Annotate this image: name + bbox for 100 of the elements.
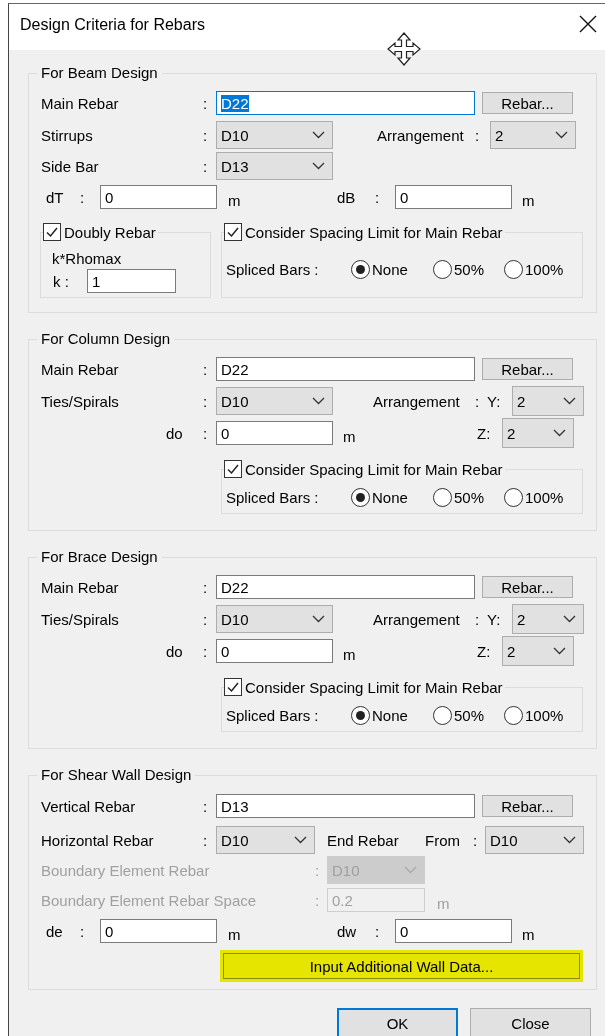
colon-separator: :: [203, 610, 209, 628]
checkbox[interactable]: [224, 678, 242, 696]
field-label: Boundary Element Rebar: [41, 861, 211, 879]
text-field[interactable]: 1: [87, 269, 176, 293]
radio-button[interactable]: [433, 705, 452, 725]
ok-button[interactable]: OK: [337, 1008, 458, 1036]
checkbox[interactable]: [224, 223, 242, 241]
colon-separator: :: [375, 922, 381, 940]
rebar-button[interactable]: Rebar...: [482, 92, 573, 114]
radio-button[interactable]: [351, 705, 370, 725]
unit-label: m: [522, 924, 535, 943]
field-label: k :: [53, 272, 70, 290]
radio-label: 100%: [525, 706, 564, 724]
chevron-down-icon: [312, 397, 325, 405]
dropdown[interactable]: D10: [216, 121, 333, 149]
colon-separator: :: [475, 126, 481, 144]
field-label: Arrangement: [373, 392, 461, 410]
text-field[interactable]: 0: [395, 919, 512, 943]
colon-separator: :: [203, 642, 209, 660]
radio-button[interactable]: [504, 259, 523, 279]
group-title: For Shear Wall Design: [40, 766, 193, 784]
dropdown[interactable]: 2: [512, 386, 584, 416]
field-label: Z:: [477, 424, 492, 442]
field-label: dB: [337, 188, 357, 206]
checkbox[interactable]: [43, 223, 61, 241]
dropdown[interactable]: 2: [502, 418, 574, 448]
colon-separator: :: [375, 188, 381, 206]
caption: k*Rhomax: [52, 250, 123, 267]
dropdown[interactable]: 2: [512, 604, 584, 634]
field-label: Main Rebar: [41, 360, 120, 378]
colon-separator: :: [203, 126, 209, 144]
unit-label: m: [343, 644, 357, 663]
rebar-button[interactable]: Rebar...: [482, 358, 573, 380]
close-button[interactable]: Close: [470, 1008, 591, 1036]
unit-label: m: [228, 924, 242, 943]
rebar-button[interactable]: Rebar...: [482, 576, 573, 598]
colon-separator: :: [203, 797, 209, 815]
text-field[interactable]: 0: [216, 421, 333, 445]
chevron-down-icon: [553, 429, 566, 437]
text-field[interactable]: D13: [216, 794, 475, 818]
field-label: dT: [45, 188, 65, 206]
dialog-title: Design Criteria for Rebars: [19, 16, 206, 34]
field-label: do: [165, 642, 184, 660]
chevron-down-icon: [312, 162, 325, 170]
field-label: de: [45, 922, 64, 940]
radio-button[interactable]: [351, 487, 370, 507]
field-label: dw: [337, 922, 358, 940]
unit-label: m: [228, 190, 242, 209]
text-field[interactable]: 0: [100, 919, 217, 943]
text-field[interactable]: D22: [216, 91, 475, 115]
unit-label: m: [343, 426, 357, 445]
dropdown[interactable]: D13: [216, 152, 333, 180]
checkbox-label: Doubly Rebar: [64, 223, 156, 241]
text-field[interactable]: 0: [395, 185, 512, 209]
colon-separator: :: [203, 392, 209, 410]
colon-separator: :: [203, 94, 209, 112]
text-field[interactable]: D22: [216, 357, 475, 381]
input-wall-data-button[interactable]: Input Additional Wall Data...: [220, 950, 583, 982]
field-label: Stirrups: [41, 126, 94, 144]
colon-separator: :: [80, 188, 86, 206]
radio-button[interactable]: [433, 487, 452, 507]
colon-separator: :: [203, 360, 209, 378]
field-label: Side Bar: [41, 157, 100, 175]
field-label: Spliced Bars :: [226, 260, 320, 278]
field-label: Z:: [477, 642, 492, 660]
colon-separator: :: [203, 157, 209, 175]
radio-label: 50%: [454, 706, 485, 724]
text-field[interactable]: 0: [100, 185, 217, 209]
chevron-down-icon: [555, 131, 568, 139]
chevron-down-icon: [563, 397, 576, 405]
radio-button[interactable]: [351, 259, 370, 279]
colon-separator: :: [315, 891, 321, 909]
colon-separator: :: [473, 831, 479, 849]
field-label: End Rebar: [327, 831, 400, 849]
text-field[interactable]: D22: [216, 575, 475, 599]
radio-label: None: [372, 260, 408, 278]
radio-button[interactable]: [433, 259, 452, 279]
unit-label: m: [437, 893, 450, 912]
colon-separator: :: [475, 610, 481, 628]
rebar-button[interactable]: Rebar...: [482, 795, 573, 817]
dropdown[interactable]: 2: [502, 636, 574, 666]
text-field[interactable]: 0: [216, 639, 333, 663]
dropdown[interactable]: D10: [216, 826, 315, 854]
chevron-down-icon: [312, 131, 325, 139]
colon-separator: :: [203, 578, 209, 596]
dropdown[interactable]: 2: [490, 121, 576, 149]
colon-separator: :: [475, 392, 481, 410]
field-label: Spliced Bars :: [226, 488, 320, 506]
group-title: For Brace Design: [40, 548, 159, 566]
field-label: Arrangement: [377, 126, 465, 144]
radio-button[interactable]: [504, 487, 523, 507]
chevron-down-icon: [553, 647, 566, 655]
field-label: Arrangement: [373, 610, 461, 628]
checkbox[interactable]: [224, 460, 242, 478]
radio-button[interactable]: [504, 705, 523, 725]
dropdown[interactable]: D10: [485, 826, 584, 854]
dropdown[interactable]: D10: [216, 387, 333, 415]
field-label: Ties/Spirals: [41, 392, 120, 410]
dropdown[interactable]: D10: [216, 605, 333, 633]
chevron-down-icon: [563, 836, 576, 844]
